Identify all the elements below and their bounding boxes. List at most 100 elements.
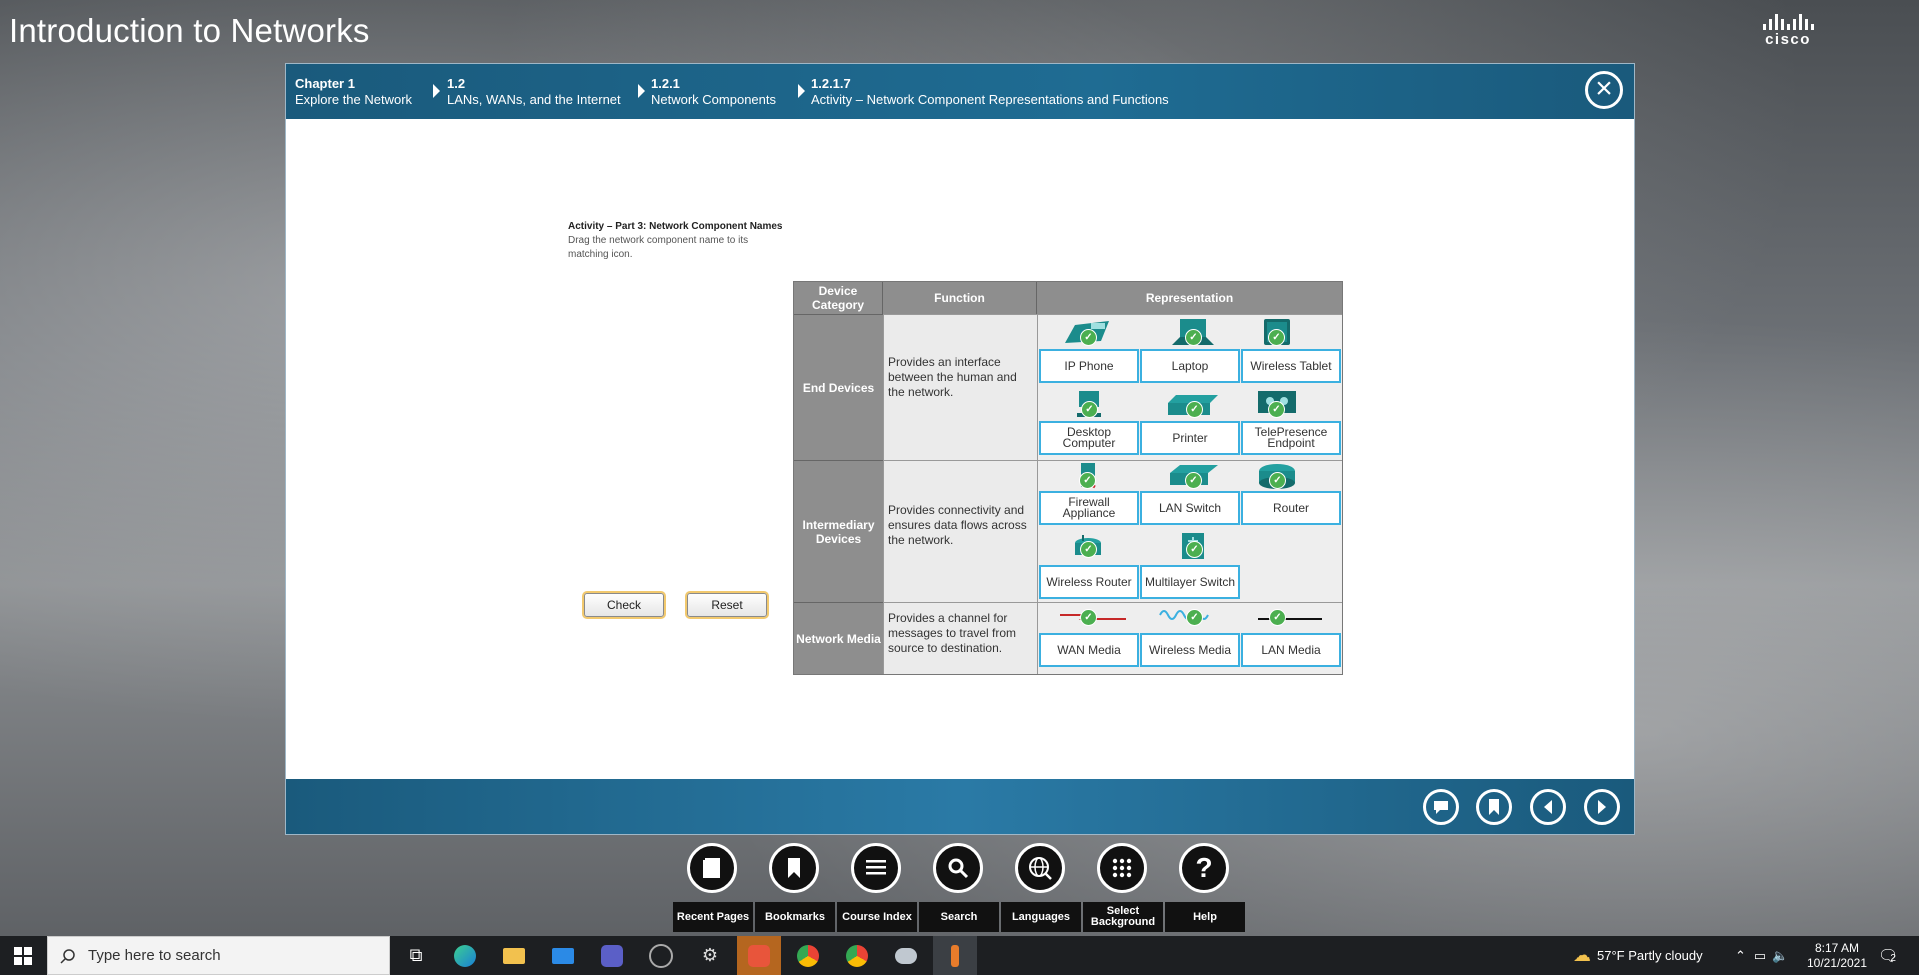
header-category: Device Category — [794, 282, 883, 314]
chevron-left-icon — [1544, 800, 1552, 814]
check-button[interactable]: Check — [584, 593, 664, 617]
component-table: Device Category Function Representation … — [793, 281, 1343, 675]
representation-intermediary-devices: ✓ ✓ ✓ Firewall Appliance LAN Switch Rout… — [1037, 460, 1342, 602]
chrome-icon[interactable] — [835, 936, 879, 975]
pages-icon — [703, 858, 720, 878]
vpn-icon[interactable] — [639, 936, 683, 975]
course-index-button[interactable] — [851, 843, 901, 893]
help-button[interactable]: ? — [1179, 843, 1229, 893]
check-icon: ✓ — [1268, 401, 1285, 418]
brand-word: cisco — [1765, 31, 1811, 48]
active-app-icon[interactable] — [933, 936, 977, 975]
label-firewall-appliance[interactable]: Firewall Appliance — [1039, 491, 1139, 525]
globe-icon — [1029, 857, 1052, 880]
close-button[interactable]: × — [1585, 71, 1623, 109]
bottom-nav-bar — [286, 779, 1634, 834]
system-tray-icons[interactable]: ⌃ ▭ 🔈 — [1735, 936, 1788, 975]
breadcrumb-item-activity[interactable]: 1.2.1.7 Activity – Network Component Repr… — [811, 76, 1169, 108]
label-wireless-tablet[interactable]: Wireless Tablet — [1241, 349, 1341, 383]
select-background-label[interactable]: Select Background — [1083, 902, 1163, 932]
check-icon: ✓ — [1186, 541, 1203, 558]
search-icon — [60, 948, 75, 964]
notification-count: 2 — [1890, 953, 1896, 964]
bookmark-icon — [788, 858, 800, 878]
label-wireless-router[interactable]: Wireless Router — [1039, 565, 1139, 599]
label-lan-switch[interactable]: LAN Switch — [1140, 491, 1240, 525]
label-printer[interactable]: Printer — [1140, 421, 1240, 455]
check-icon: ✓ — [1080, 329, 1097, 346]
windows-taskbar: Type here to search ⧉ ⚙ ☁ 57°F Partly cl… — [0, 936, 1919, 975]
bookmarks-label[interactable]: Bookmarks — [755, 902, 835, 932]
check-icon: ✓ — [1269, 609, 1286, 626]
packet-tracer-icon[interactable] — [884, 936, 928, 975]
list-icon — [866, 860, 886, 875]
windows-icon — [14, 946, 32, 965]
check-icon: ✓ — [1185, 472, 1202, 489]
chevron-right-icon — [1598, 800, 1606, 814]
breadcrumb-item-chapter[interactable]: Chapter 1 Explore the Network — [295, 76, 412, 108]
comment-icon — [1434, 801, 1448, 814]
label-wan-media[interactable]: WAN Media — [1039, 633, 1139, 667]
languages-label[interactable]: Languages — [1001, 902, 1081, 932]
check-icon: ✓ — [1079, 472, 1096, 489]
notifications-button[interactable]: 🗨 2 — [1878, 936, 1898, 975]
activity-instructions: Activity – Part 3: Network Component Nam… — [568, 220, 788, 262]
languages-button[interactable] — [1015, 843, 1065, 893]
function-network-media: Provides a channel for messages to trave… — [883, 602, 1037, 674]
next-button[interactable] — [1584, 789, 1620, 825]
task-view-icon[interactable]: ⧉ — [394, 936, 438, 975]
bookmarks-button[interactable] — [769, 843, 819, 893]
breadcrumb: Chapter 1 Explore the Network 1.2 LANs, WA… — [286, 64, 1634, 119]
activity-description: Drag the network component name to its m… — [568, 235, 749, 260]
breadcrumb-item-section[interactable]: 1.2 LANs, WANs, and the Internet — [447, 76, 621, 108]
course-index-label[interactable]: Course Index — [837, 902, 917, 932]
activity-content: Activity – Part 3: Network Component Nam… — [286, 119, 1634, 779]
representation-network-media: ✓ ✓ ✓ WAN Media Wireless Media LAN Media — [1037, 602, 1342, 674]
check-icon: ✓ — [1185, 329, 1202, 346]
check-icon: ✓ — [1186, 401, 1203, 418]
chevron-right-icon — [433, 84, 440, 98]
activity-window: Chapter 1 Explore the Network 1.2 LANs, WA… — [285, 63, 1635, 835]
label-multilayer-switch[interactable]: Multilayer Switch — [1140, 565, 1240, 599]
breadcrumb-item-topic[interactable]: 1.2.1 Network Components — [651, 76, 776, 108]
file-explorer-icon[interactable] — [492, 936, 536, 975]
teams-icon[interactable] — [590, 936, 634, 975]
header-function: Function — [883, 282, 1037, 314]
label-wireless-media[interactable]: Wireless Media — [1140, 633, 1240, 667]
recent-pages-label[interactable]: Recent Pages — [673, 902, 753, 932]
function-end-devices: Provides an interface between the human … — [883, 314, 1037, 460]
reset-button[interactable]: Reset — [687, 593, 767, 617]
clock-date: 10/21/2021 — [1806, 955, 1868, 970]
label-lan-media[interactable]: LAN Media — [1241, 633, 1341, 667]
representation-end-devices: ✓ ✓ ✓ IP Phone Laptop Wireless Tablet ✓ … — [1037, 314, 1342, 460]
edge-icon[interactable] — [443, 936, 487, 975]
label-ip-phone[interactable]: IP Phone — [1039, 349, 1139, 383]
volume-icon: 🔈 — [1772, 947, 1789, 963]
settings-gear-icon[interactable]: ⚙ — [688, 936, 732, 975]
label-router[interactable]: Router — [1241, 491, 1341, 525]
course-dock: Recent Pages Bookmarks Course Index Sear… — [0, 843, 1919, 933]
clock[interactable]: 8:17 AM 10/21/2021 — [1806, 936, 1868, 975]
network-icon: ▭ — [1753, 947, 1767, 963]
previous-button[interactable] — [1530, 789, 1566, 825]
search-label[interactable]: Search — [919, 902, 999, 932]
mail-icon[interactable] — [541, 936, 585, 975]
help-label[interactable]: Help — [1165, 902, 1245, 932]
taskbar-search-input[interactable]: Type here to search — [47, 936, 390, 975]
select-background-button[interactable] — [1097, 843, 1147, 893]
recent-pages-button[interactable] — [687, 843, 737, 893]
chrome-profile-icon[interactable] — [786, 936, 830, 975]
category-intermediary-devices: Intermediary Devices — [794, 460, 883, 602]
creative-cloud-icon[interactable] — [737, 936, 781, 975]
start-button[interactable] — [0, 936, 46, 975]
label-desktop-computer[interactable]: Desktop Computer — [1039, 421, 1139, 455]
label-telepresence-endpoint[interactable]: TelePresence Endpoint — [1241, 421, 1341, 455]
weather-widget[interactable]: ☁ 57°F Partly cloudy — [1573, 936, 1703, 975]
search-button[interactable] — [933, 843, 983, 893]
comment-button[interactable] — [1423, 789, 1459, 825]
bookmark-button[interactable] — [1476, 789, 1512, 825]
label-laptop[interactable]: Laptop — [1140, 349, 1240, 383]
chevron-up-icon: ⌃ — [1735, 947, 1746, 963]
weather-text: 57°F Partly cloudy — [1597, 948, 1703, 963]
app-title: Introduction to Networks — [9, 12, 370, 49]
